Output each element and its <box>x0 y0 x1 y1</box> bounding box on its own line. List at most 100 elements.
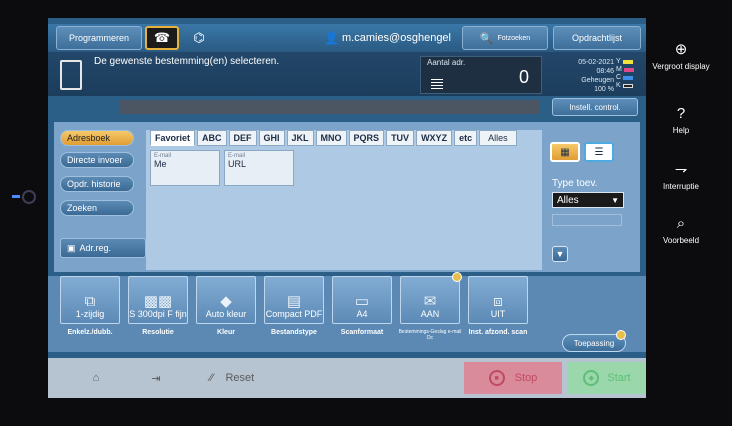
tab-zoeken-label: Zoeken <box>67 203 98 213</box>
index-tab-wxyz-label: WXYZ <box>421 133 448 143</box>
address-count: 0 <box>518 67 529 87</box>
grid-icon: ▩▩ <box>143 293 173 310</box>
job-list-label: Opdrachtlijst <box>571 33 623 43</box>
reset-button[interactable]: ⁄⁄ Reset <box>192 362 272 394</box>
program-label: Programmeren <box>68 33 130 43</box>
date: 05-02-2021 <box>578 59 614 66</box>
address-register-button[interactable]: ▣ Adr.reg. <box>60 238 146 258</box>
job-list-button[interactable]: Opdrachtlijst <box>553 26 641 50</box>
email-notify-value: AAN <box>420 309 440 319</box>
home-icon[interactable]: ⌂ <box>78 362 114 394</box>
grid-view-icon[interactable]: ▦ <box>550 142 580 162</box>
interrupt-label: Interruptie <box>662 182 700 191</box>
preview-button[interactable]: ⌕ Voorbeeld <box>650 212 712 246</box>
file-type-button[interactable]: ▤ Compact PDF <box>264 276 324 324</box>
tab-directe-invoer[interactable]: Directe invoer <box>60 152 134 168</box>
index-tab-pqrs[interactable]: PQRS <box>348 130 385 146</box>
address-count-label: Aantal adr. <box>427 58 466 67</box>
resolution-button[interactable]: ▩▩ S 300dpi F fijn <box>128 276 188 324</box>
program-button[interactable]: Programmeren <box>56 26 142 50</box>
logout-icon[interactable]: ⇥ <box>138 362 174 394</box>
toner-y-bar <box>622 59 633 64</box>
index-tab-favoriet[interactable]: Favoriet <box>150 130 196 146</box>
separate-scan-value: UIT <box>490 309 506 319</box>
instell-control-button[interactable]: Instell. control. <box>552 98 638 116</box>
phone-icon[interactable]: ☎ <box>145 26 179 50</box>
touch-screen: Programmeren ☎ ⌬ 👤 m.camies@osghengel 🔍 F… <box>48 18 646 398</box>
index-tab-tuv[interactable]: TUV <box>386 130 415 146</box>
paper-icon: ▭ <box>354 293 370 310</box>
index-tab-ghi[interactable]: GHI <box>258 130 285 146</box>
search-button[interactable]: 🔍 Fotzoeken <box>462 26 548 50</box>
color-label: Kleur <box>217 329 235 336</box>
index-tab-jkl-label: JKL <box>291 133 309 143</box>
help-label: Help <box>672 126 690 135</box>
device-bezel: Programmeren ☎ ⌬ 👤 m.camies@osghengel 🔍 F… <box>0 0 732 426</box>
color-button[interactable]: ◆ Auto kleur <box>196 276 256 324</box>
stop-button[interactable]: ■ Stop <box>464 362 562 394</box>
list-view-icon[interactable]: ☰ <box>584 142 614 162</box>
mail-icon: ✉ <box>423 293 437 310</box>
email-notify-label: Bestemmings-Geslag e-mail Dc <box>398 329 462 341</box>
address-list-area: Favoriet ABC DEF GHI JKL MNO PQRS TUV WX… <box>146 130 542 270</box>
list-options: ▦ ☰ Type toev. Alles ▼ ▼ <box>542 122 640 272</box>
index-tab-wxyz[interactable]: WXYZ <box>416 130 453 146</box>
bottom-bar: ⌂ ⇥ ⁄⁄ Reset ■ Stop ◆ Start <box>48 358 646 398</box>
index-tab-etc[interactable]: etc <box>454 130 478 146</box>
resolution-value: S 300dpi F fijn <box>129 309 187 319</box>
type-select[interactable]: Alles ▼ <box>552 192 624 208</box>
date-time: 05-02-2021 08:46 Geheugen 100 % <box>578 58 614 94</box>
stop-label: Stop <box>514 372 538 384</box>
tab-adresboek-label: Adresboek <box>67 133 111 143</box>
duplex-button[interactable]: ⧉ 1-zijdig <box>60 276 120 324</box>
active-indicator <box>452 272 462 282</box>
index-tab-def[interactable]: DEF <box>228 130 257 146</box>
active-indicator <box>616 330 626 340</box>
address-entry[interactable]: E-mail URL <box>224 150 294 186</box>
toner-y: Y <box>616 58 636 65</box>
start-button[interactable]: ◆ Start <box>568 362 646 394</box>
color-icon: ◆ <box>220 293 232 310</box>
index-tab-def-label: DEF <box>233 133 252 143</box>
scroll-down-icon[interactable]: ▼ <box>552 246 568 262</box>
address-register-label: Adr.reg. <box>79 243 112 253</box>
index-tab-abc[interactable]: ABC <box>197 130 227 146</box>
time: 08:46 <box>596 68 614 75</box>
top-bar: Programmeren ☎ ⌬ 👤 m.camies@osghengel 🔍 F… <box>48 24 646 52</box>
zoom-display-button[interactable]: ⊕ Vergroot display <box>650 38 712 71</box>
start-label: Start <box>607 372 631 384</box>
type-label: Type toev. <box>552 178 598 189</box>
help-button[interactable]: ? Help <box>650 102 712 136</box>
index-tab-jkl[interactable]: JKL <box>286 130 314 146</box>
address-entry[interactable]: E-mail Me <box>150 150 220 186</box>
fax-icon[interactable]: ⌬ <box>184 26 214 50</box>
preview-icon: ⌕ <box>676 214 686 232</box>
zoom-icon: ⊕ <box>674 41 688 58</box>
user-label: m.camies@osghengel <box>342 32 451 44</box>
tab-opdr-historie[interactable]: Opdr. historie <box>60 176 134 192</box>
instell-control-label: Instell. control. <box>569 102 621 112</box>
status-panel: 05-02-2021 08:46 Geheugen 100 % Y M C K <box>548 58 640 93</box>
scan-size-button[interactable]: ▭ A4 <box>332 276 392 324</box>
tab-adresboek[interactable]: Adresboek <box>60 130 134 146</box>
index-tabs: Favoriet ABC DEF GHI JKL MNO PQRS TUV WX… <box>150 130 517 146</box>
file-type-label: Bestandstype <box>271 329 317 336</box>
filter-field[interactable] <box>552 214 622 226</box>
toner-k: K <box>616 82 636 89</box>
user-account[interactable]: 👤 m.camies@osghengel <box>324 26 451 50</box>
power-indicator <box>12 195 20 198</box>
index-tab-mno[interactable]: MNO <box>315 130 347 146</box>
tab-zoeken[interactable]: Zoeken <box>60 200 134 216</box>
index-tab-alles[interactable]: Alles <box>479 130 517 146</box>
search-label: Fotzoeken <box>497 34 531 42</box>
index-tab-alles-label: Alles <box>488 133 508 143</box>
duplex-value: 1-zijdig <box>75 309 105 319</box>
index-tab-mno-label: MNO <box>320 133 342 143</box>
reset-label: Reset <box>225 372 255 384</box>
interrupt-button[interactable]: ⇁ Interruptie <box>650 158 712 191</box>
interrupt-icon: ⇁ <box>674 161 688 178</box>
separate-scan-button[interactable]: ⧈ UIT <box>468 276 528 324</box>
email-notify-button[interactable]: ✉ AAN <box>400 276 460 324</box>
pdf-icon: ▤ <box>286 293 302 310</box>
scan-settings: ⧉ 1-zijdig Enkelz./dubb. ▩▩ S 300dpi F fij… <box>48 272 646 352</box>
